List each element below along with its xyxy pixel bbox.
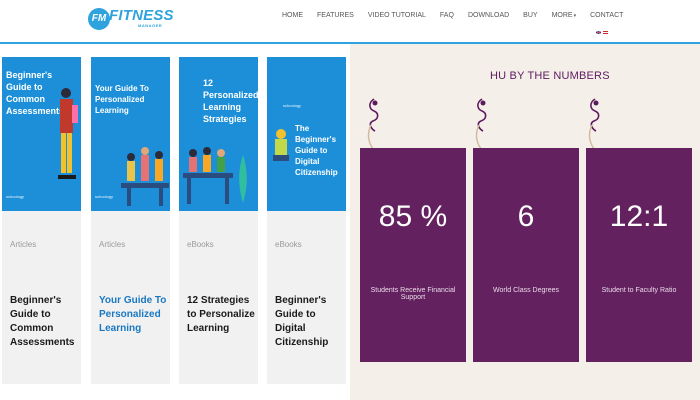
chevron-down-icon: ▾: [573, 13, 577, 19]
article-category: Articles: [10, 240, 37, 249]
stat-label: World Class Degrees: [492, 287, 559, 294]
article-title[interactable]: Beginner's Guide to Common Assessments: [10, 294, 80, 350]
stat-label: Student to Faculty Ratio: [601, 287, 677, 294]
article-category: Articles: [99, 240, 126, 249]
logo[interactable]: FM FITNESS MANAGER: [88, 6, 174, 32]
article-title[interactable]: 12 Strategies to Personalize Learning: [187, 294, 257, 336]
stat-card: 12:1 Student to Faculty Ratio: [586, 148, 692, 362]
nav-contact[interactable]: CONTACT: [590, 12, 623, 19]
article-category: eBooks: [275, 240, 302, 249]
stat-value: 6: [517, 200, 535, 233]
person-illustration-icon: [58, 88, 78, 179]
article-image-title: The Beginner's Guide to Digital Citizens…: [295, 124, 338, 177]
article-card[interactable]: 12 Personalized Learning Strategies eBoo…: [179, 57, 258, 384]
logo-sub: MANAGER: [138, 23, 163, 28]
nav-more[interactable]: MORE▾: [552, 12, 577, 19]
classroom-illustration-icon: [183, 147, 247, 204]
stat-value: 12:1: [609, 200, 669, 233]
article-image-brand: schoology: [95, 194, 114, 199]
stat-value: 85 %: [378, 200, 448, 233]
articles-section: Beginner's Guide to Common Assessments s…: [0, 44, 350, 400]
nav-faq[interactable]: FAQ: [440, 12, 454, 19]
article-card[interactable]: Beginner's Guide to Common Assessments s…: [2, 57, 81, 384]
article-title[interactable]: Your Guide To Personalized Learning: [99, 294, 169, 336]
article-image-brand: schoology: [283, 103, 302, 108]
red-flag-icon[interactable]: [603, 31, 608, 34]
nav-home[interactable]: HOME: [282, 12, 303, 19]
article-title[interactable]: Beginner's Guide to Digital Citizenship: [275, 294, 345, 350]
logo-word: FITNESS: [109, 7, 174, 24]
nav-download[interactable]: DOWNLOAD: [468, 12, 509, 19]
article-image: schoology The Beginner's Guide to Digita…: [267, 57, 346, 211]
article-image: 12 Personalized Learning Strategies: [179, 57, 258, 211]
stat-card: 6 World Class Degrees: [473, 148, 579, 362]
main-nav: HOME FEATURES VIDEO TUTORIAL FAQ DOWNLOA…: [282, 12, 623, 19]
article-image-title: Your Guide To Personalized Learning: [95, 84, 149, 115]
nav-more-label: MORE: [551, 12, 573, 19]
numbers-title: HU BY THE NUMBERS: [490, 70, 610, 82]
article-image: Beginner's Guide to Common Assessments s…: [2, 57, 81, 211]
article-image-brand: schoology: [6, 194, 25, 199]
article-category: eBooks: [187, 240, 214, 249]
language-flags: [596, 31, 608, 34]
nav-buy[interactable]: BUY: [523, 12, 537, 19]
site-header: FM FITNESS MANAGER HOME FEATURES VIDEO T…: [0, 0, 700, 44]
stat-label: Students Receive Financial Support: [370, 287, 456, 301]
article-card[interactable]: Your Guide To Personalized Learning scho…: [91, 57, 170, 384]
article-image-title: 12 Personalized Learning Strategies: [203, 78, 258, 124]
logo-badge: FM: [88, 8, 110, 30]
stat-card: 85 % Students Receive Financial Support: [360, 148, 466, 362]
article-image: Your Guide To Personalized Learning scho…: [91, 57, 170, 211]
article-card[interactable]: schoology The Beginner's Guide to Digita…: [267, 57, 346, 384]
uk-flag-icon[interactable]: [596, 31, 601, 34]
nav-video-tutorial[interactable]: VIDEO TUTORIAL: [368, 12, 426, 19]
nav-features[interactable]: FEATURES: [317, 12, 354, 19]
students-illustration-icon: [121, 147, 169, 206]
person-illustration-icon: [273, 129, 289, 161]
